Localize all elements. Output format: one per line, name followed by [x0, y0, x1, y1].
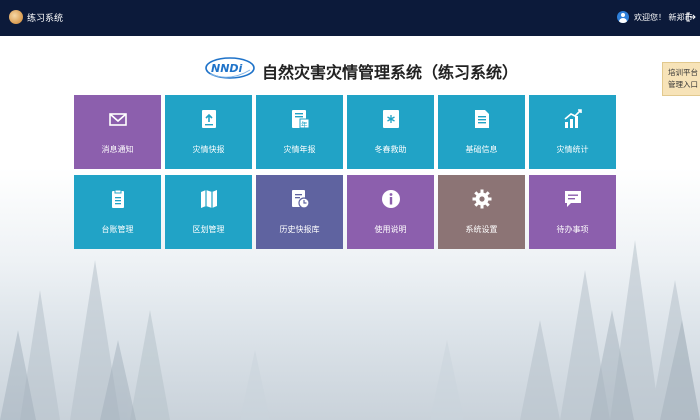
training-platform-link[interactable]: 培训平台 管理入口: [662, 62, 700, 96]
tile-disaster-express[interactable]: 灾情快报: [165, 95, 252, 169]
tile-label: 历史快报库: [279, 225, 320, 234]
tile-label: 消息通知: [101, 145, 134, 154]
clipboard-icon: [112, 189, 124, 208]
tile-label: 台账管理: [101, 225, 134, 234]
map-icon: [201, 190, 217, 208]
history-doc-icon: [292, 190, 310, 209]
tile-ledger-management[interactable]: 台账管理: [74, 175, 161, 249]
stats-chart-icon: [564, 109, 582, 128]
tile-user-guide[interactable]: 使用说明: [347, 175, 434, 249]
tile-label: 灾情年报: [283, 145, 316, 154]
tile-winter-relief[interactable]: 冬春救助: [347, 95, 434, 169]
tile-label: 冬春救助: [374, 145, 407, 154]
tile-label: 基础信息: [465, 145, 498, 154]
welcome-text: 欢迎您！ 新郑市: [634, 13, 693, 22]
tile-label: 区划管理: [192, 225, 225, 234]
app-title: 练习系统: [27, 14, 64, 24]
tile-disaster-statistics[interactable]: 灾情统计: [529, 95, 616, 169]
page-header: NNDi 自然灾害灾情管理系统（练习系统）: [0, 52, 700, 86]
tile-label: 灾情统计: [556, 145, 589, 154]
upload-doc-icon: [202, 110, 216, 128]
user-icon[interactable]: [617, 11, 629, 23]
document-icon: [475, 110, 489, 128]
logout-icon[interactable]: [686, 12, 696, 22]
tile-division-management[interactable]: 区划管理: [165, 175, 252, 249]
tile-label: 待办事项: [556, 225, 589, 234]
logo-text: NNDi: [211, 62, 243, 75]
page-title: 自然灾害灾情管理系统（练习系统）: [262, 63, 519, 82]
tile-basic-info[interactable]: 基础信息: [438, 95, 525, 169]
tile-label: 使用说明: [374, 225, 407, 234]
tile-history-express[interactable]: 历史快报库: [256, 175, 343, 249]
svg-text:年: 年: [301, 120, 308, 129]
tile-message-notice[interactable]: 消息通知: [74, 95, 161, 169]
mail-icon: [109, 113, 127, 126]
year-report-icon: 年: [292, 110, 310, 129]
tile-system-settings[interactable]: 系统设置: [438, 175, 525, 249]
todo-message-icon: [565, 191, 581, 207]
tile-todo-items[interactable]: 待办事项: [529, 175, 616, 249]
top-bar: 练习系统 欢迎您！ 新郑市: [0, 0, 700, 36]
training-link-line2: 管理入口: [668, 80, 698, 89]
gear-icon: [472, 189, 492, 209]
app-logo-icon: [9, 10, 23, 24]
tile-annual-report[interactable]: 年 灾情年报: [256, 95, 343, 169]
snowflake-doc-icon: [383, 110, 399, 128]
tile-label: 灾情快报: [192, 145, 225, 154]
training-link-line1: 培训平台: [668, 68, 698, 77]
tile-label: 系统设置: [465, 225, 498, 234]
nndi-logo-icon: NNDi: [205, 57, 255, 79]
info-icon: [382, 190, 400, 208]
